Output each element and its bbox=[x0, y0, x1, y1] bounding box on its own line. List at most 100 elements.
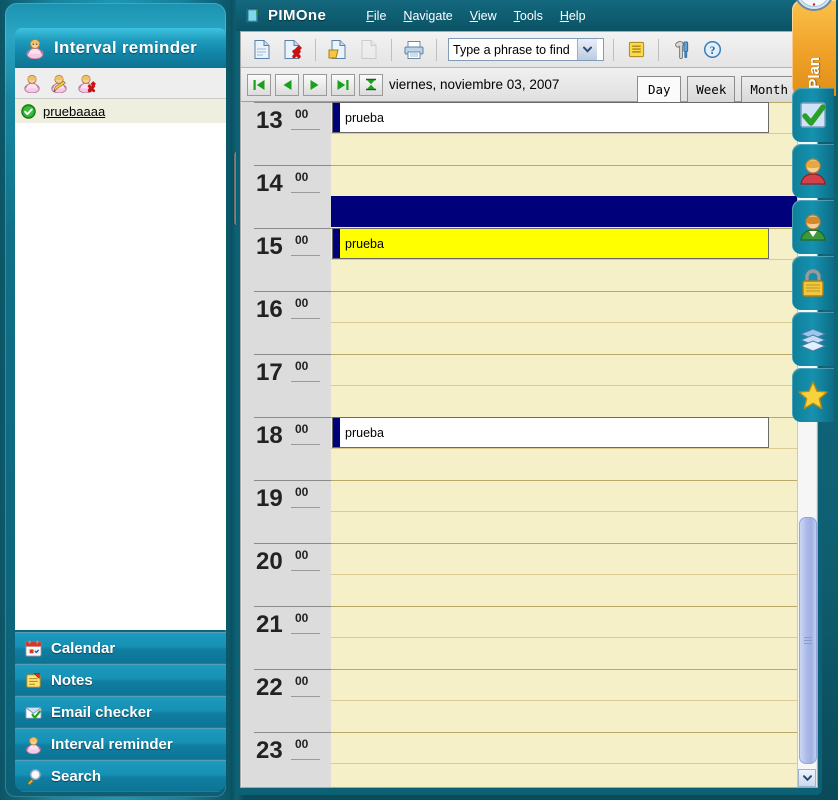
hour-label: 15 bbox=[256, 233, 283, 260]
dock-items bbox=[792, 88, 836, 424]
filter-button[interactable] bbox=[359, 73, 383, 96]
toolbar-separator bbox=[436, 38, 437, 61]
hour-label: 18 bbox=[256, 422, 283, 449]
minute-label: 00 bbox=[295, 485, 309, 499]
notes-icon[interactable] bbox=[623, 37, 649, 63]
first-day-button[interactable] bbox=[247, 73, 271, 96]
favorites-dock-button[interactable] bbox=[792, 368, 834, 422]
hour-block: 18 00 prueba bbox=[242, 417, 798, 480]
next-day-button[interactable] bbox=[303, 73, 327, 96]
contacts-dock-button[interactable] bbox=[792, 144, 834, 198]
reminder-person-icon bbox=[24, 735, 43, 754]
notes-dock-button[interactable] bbox=[792, 312, 834, 366]
search-input[interactable]: Type a phrase to find bbox=[448, 38, 604, 61]
reminder-list[interactable]: pruebaaaa bbox=[15, 99, 226, 630]
appointment[interactable]: prueba bbox=[332, 102, 769, 133]
time-slot[interactable] bbox=[331, 637, 798, 669]
left-panel-header: Interval reminder bbox=[15, 28, 226, 68]
minute-label: 00 bbox=[295, 737, 309, 751]
print-icon[interactable] bbox=[401, 37, 427, 63]
notes-icon bbox=[24, 671, 43, 690]
hour-block: 17 00 bbox=[242, 354, 798, 417]
delete-document-icon[interactable] bbox=[280, 37, 306, 63]
hour-label: 23 bbox=[256, 737, 283, 764]
selected-time-band[interactable] bbox=[331, 196, 798, 227]
tab-day[interactable]: Day bbox=[637, 76, 682, 102]
left-panel-title: Interval reminder bbox=[54, 38, 198, 57]
time-slot[interactable] bbox=[331, 574, 798, 606]
appointment[interactable]: prueba bbox=[332, 417, 769, 448]
pages-icon bbox=[797, 323, 829, 355]
previous-day-button[interactable] bbox=[275, 73, 299, 96]
notebook-icon bbox=[244, 7, 261, 24]
menu-tools[interactable]: Tools bbox=[514, 9, 543, 23]
menu-help[interactable]: Help bbox=[560, 9, 586, 23]
open-document-icon[interactable] bbox=[325, 37, 351, 63]
time-slot[interactable] bbox=[331, 448, 798, 480]
add-reminder-icon[interactable] bbox=[22, 73, 42, 93]
appointment-color-bar bbox=[333, 418, 340, 447]
menubar: File Navigate View Tools Help bbox=[366, 9, 585, 23]
time-slot[interactable] bbox=[331, 669, 798, 700]
people-dock-button[interactable] bbox=[792, 200, 834, 254]
calendar-date-label: viernes, noviembre 03, 2007 bbox=[389, 77, 560, 92]
hour-label: 19 bbox=[256, 485, 283, 512]
sidebar-item-calendar[interactable]: Calendar bbox=[15, 632, 226, 664]
minute-label: 00 bbox=[295, 422, 309, 436]
hour-label: 21 bbox=[256, 611, 283, 638]
day-view-grid[interactable]: 13 00 prueba 14 00 15 00 prueba 16 00 17 00 18 00 prue… bbox=[242, 102, 798, 787]
hour-block: 15 00 prueba bbox=[242, 228, 798, 291]
time-slot[interactable] bbox=[331, 511, 798, 543]
tools-icon[interactable] bbox=[668, 37, 694, 63]
hour-label: 13 bbox=[256, 107, 283, 134]
calendar-icon bbox=[24, 639, 43, 658]
sidebar-item-notes[interactable]: Notes bbox=[15, 664, 226, 696]
time-slot[interactable] bbox=[331, 291, 798, 322]
sidebar-item-interval-reminder[interactable]: Interval reminder bbox=[15, 728, 226, 760]
hour-gutter: 19 00 bbox=[242, 480, 331, 543]
hour-gutter: 18 00 bbox=[242, 417, 331, 480]
menu-view[interactable]: View bbox=[470, 9, 497, 23]
sidebar-item-label: Notes bbox=[51, 671, 93, 689]
time-slot[interactable] bbox=[331, 732, 798, 763]
edit-reminder-icon[interactable] bbox=[49, 73, 69, 93]
left-panel-toolbar bbox=[15, 68, 226, 99]
plan-dock-button[interactable]: Plan bbox=[792, 0, 836, 96]
person-green-icon bbox=[797, 211, 829, 243]
time-slot[interactable] bbox=[331, 322, 798, 354]
window-title: PIMOne bbox=[268, 7, 327, 24]
menu-navigate[interactable]: Navigate bbox=[403, 9, 452, 23]
tab-week[interactable]: Week bbox=[687, 76, 736, 102]
time-slot[interactable] bbox=[331, 354, 798, 385]
menu-file[interactable]: File bbox=[366, 9, 386, 23]
email-check-icon bbox=[24, 703, 43, 722]
time-slot[interactable] bbox=[331, 763, 798, 787]
help-icon[interactable]: ? bbox=[699, 37, 725, 63]
tasks-dock-button[interactable] bbox=[792, 88, 834, 142]
appointment-color-bar bbox=[333, 229, 340, 258]
left-panel-frame: Interval reminder pruebaaaa Calendar Not… bbox=[5, 3, 226, 797]
time-slot[interactable] bbox=[331, 259, 798, 291]
time-slot[interactable] bbox=[331, 700, 798, 732]
time-slot[interactable] bbox=[331, 480, 798, 511]
hour-label: 20 bbox=[256, 548, 283, 575]
new-document-icon[interactable] bbox=[249, 37, 275, 63]
time-slot[interactable] bbox=[331, 606, 798, 637]
time-slot[interactable] bbox=[331, 133, 798, 165]
time-slot[interactable] bbox=[331, 165, 798, 196]
hour-gutter: 14 00 bbox=[242, 165, 331, 228]
last-day-button[interactable] bbox=[331, 73, 355, 96]
hour-block: 20 00 bbox=[242, 543, 798, 606]
chevron-down-icon[interactable] bbox=[577, 39, 597, 60]
sidebar-item-email-checker[interactable]: Email checker bbox=[15, 696, 226, 728]
tab-month[interactable]: Month bbox=[741, 76, 797, 102]
appointment[interactable]: prueba bbox=[332, 228, 769, 259]
minute-label: 00 bbox=[295, 107, 309, 121]
delete-reminder-icon[interactable] bbox=[76, 73, 96, 93]
list-item[interactable]: pruebaaaa bbox=[15, 99, 226, 123]
time-slot[interactable] bbox=[331, 385, 798, 417]
sidebar-item-search[interactable]: Search bbox=[15, 760, 226, 792]
time-slot[interactable] bbox=[331, 543, 798, 574]
password-dock-button[interactable] bbox=[792, 256, 834, 310]
hour-block: 23 00 bbox=[242, 732, 798, 787]
